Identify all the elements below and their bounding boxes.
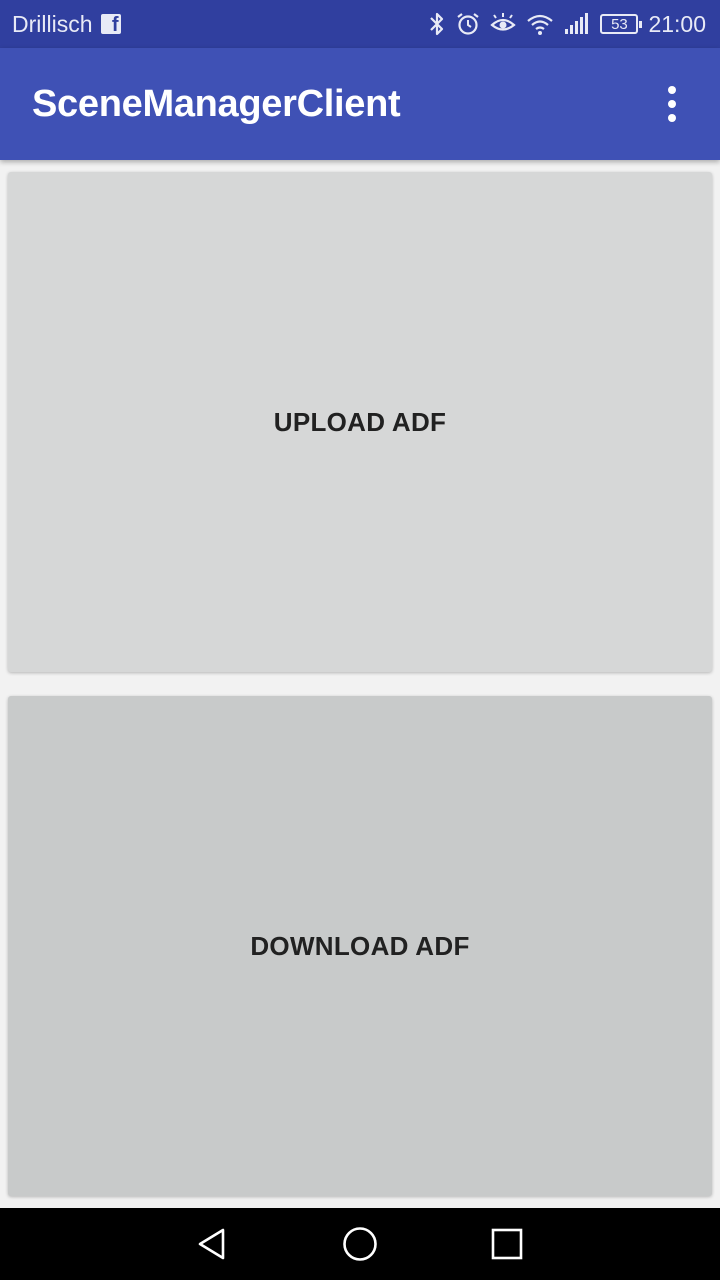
upload-adf-button[interactable]: UPLOAD ADF [8, 172, 712, 672]
overflow-dot [668, 86, 676, 94]
download-adf-label: DOWNLOAD ADF [250, 930, 470, 961]
status-right: 53 21:00 [428, 11, 706, 38]
recents-icon[interactable] [477, 1214, 537, 1274]
status-bar: Drillisch f 53 21:00 [0, 0, 720, 48]
eye-icon [490, 13, 517, 35]
status-left: Drillisch [12, 11, 121, 38]
app-bar: SceneManagerClient [0, 48, 720, 160]
home-icon[interactable] [330, 1214, 390, 1274]
overflow-dot [668, 100, 676, 108]
carrier-name: Drillisch [12, 10, 93, 37]
wifi-icon [526, 12, 554, 36]
main-content: UPLOAD ADF DOWNLOAD ADF [0, 160, 720, 1208]
bluetooth-icon [428, 11, 446, 37]
overflow-dot [668, 114, 676, 122]
battery-icon: 53 [600, 14, 643, 34]
navigation-bar [0, 1208, 720, 1280]
app-title: SceneManagerClient [32, 82, 401, 125]
more-vert-icon[interactable] [652, 74, 692, 134]
download-adf-button[interactable]: DOWNLOAD ADF [8, 696, 712, 1196]
upload-adf-label: UPLOAD ADF [273, 406, 447, 437]
status-clock: 21:00 [648, 10, 706, 37]
facebook-icon [100, 14, 121, 34]
battery-level: 53 [611, 15, 628, 33]
signal-icon [564, 13, 590, 35]
back-icon[interactable] [183, 1214, 243, 1274]
alarm-icon [456, 12, 480, 36]
